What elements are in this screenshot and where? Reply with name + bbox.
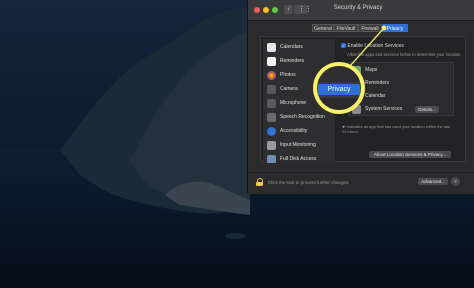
- callout-privacy-tab: Privacy: [318, 84, 360, 95]
- privacy-callout-magnifier: Privacy: [313, 62, 365, 114]
- callout-pointer: [349, 25, 387, 67]
